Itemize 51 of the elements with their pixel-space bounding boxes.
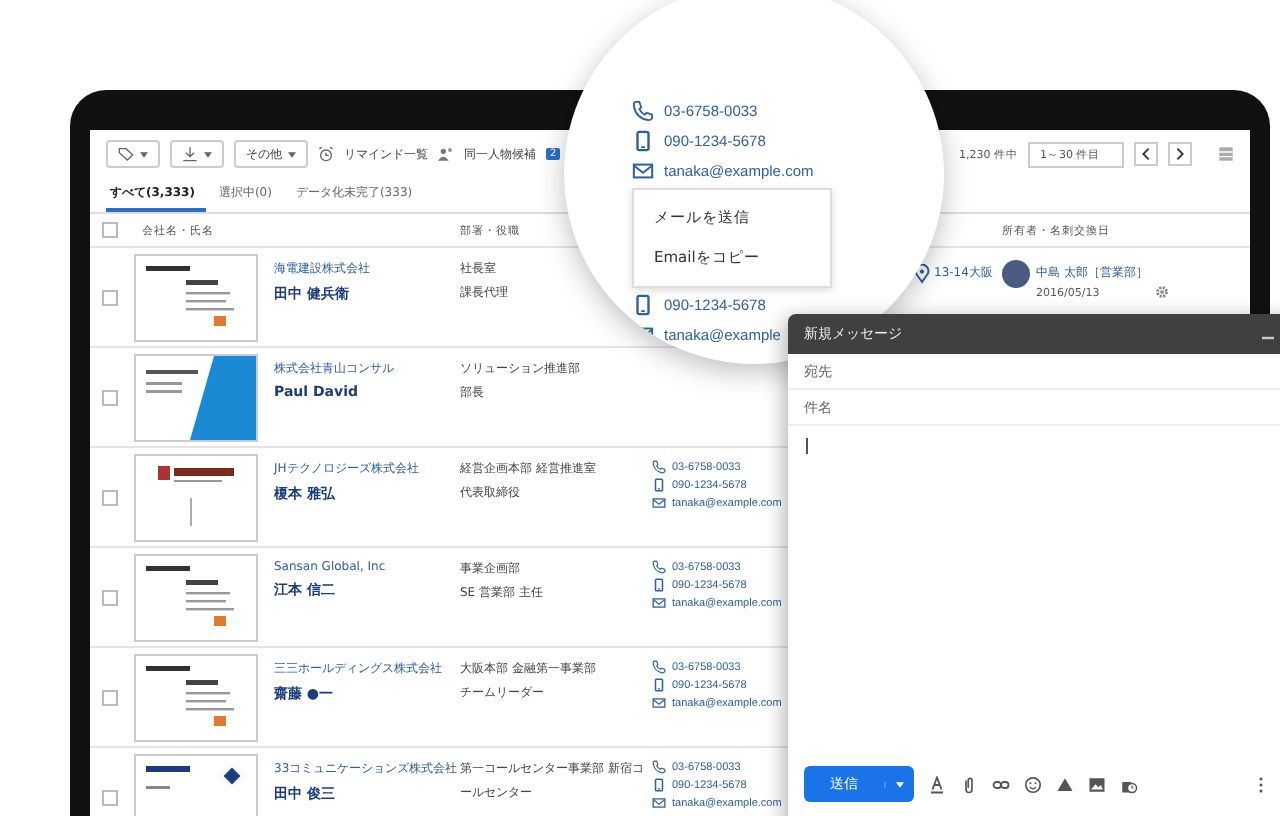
envelope-icon [652,596,666,610]
tag-icon [118,146,134,162]
row-checkbox[interactable] [102,489,118,505]
caret-icon [288,151,296,157]
emoji-icon[interactable] [1024,775,1042,793]
mobile-phone-icon [632,294,654,316]
more-options-icon[interactable] [1258,775,1264,793]
link-icon[interactable] [992,775,1010,793]
business-card-drawing [134,553,258,641]
download-icon [182,146,198,162]
row-checkbox[interactable] [102,289,118,305]
envelope-icon [652,696,666,710]
text-format-icon[interactable] [928,775,946,793]
image-icon[interactable] [1088,775,1106,793]
row-checkbox[interactable] [102,789,118,805]
business-card-drawing [134,253,258,341]
phone-icon [632,100,654,122]
chevron-left-icon [1142,148,1150,160]
envelope-icon [632,160,654,182]
download-dropdown-button[interactable] [170,140,224,168]
row-checkbox[interactable] [102,589,118,605]
alarm-clock-icon [318,146,334,162]
mobile-phone-icon [652,578,666,592]
select-all-checkbox[interactable] [102,222,118,238]
row-checkbox[interactable] [102,389,118,405]
mobile-phone-icon [652,478,666,492]
map-pin-icon[interactable] [914,264,930,284]
caret-icon [204,151,212,157]
envelope-icon [652,796,666,810]
settings-icon[interactable] [1153,284,1170,300]
envelope-icon [652,496,666,510]
paperclip-icon[interactable] [960,775,978,793]
business-card-drawing [134,453,258,541]
row-checkbox[interactable] [102,689,118,705]
chevron-right-icon [1176,148,1184,160]
mobile-phone-icon [652,778,666,792]
business-card-drawing [134,653,258,741]
business-card-drawing [134,353,258,441]
mobile-phone-icon [632,130,654,152]
previous-page-button[interactable] [1134,142,1158,166]
phone-icon [652,660,666,674]
phone-icon [652,760,666,774]
tag-dropdown-button[interactable] [106,140,160,168]
avatar [1002,260,1030,288]
caret-icon [140,151,148,157]
phone-icon [652,460,666,474]
people-icon [438,146,454,162]
mobile-phone-icon [652,678,666,692]
triangle-drive-icon[interactable] [1056,775,1074,793]
next-page-button[interactable] [1168,142,1192,166]
phone-icon [652,560,666,574]
